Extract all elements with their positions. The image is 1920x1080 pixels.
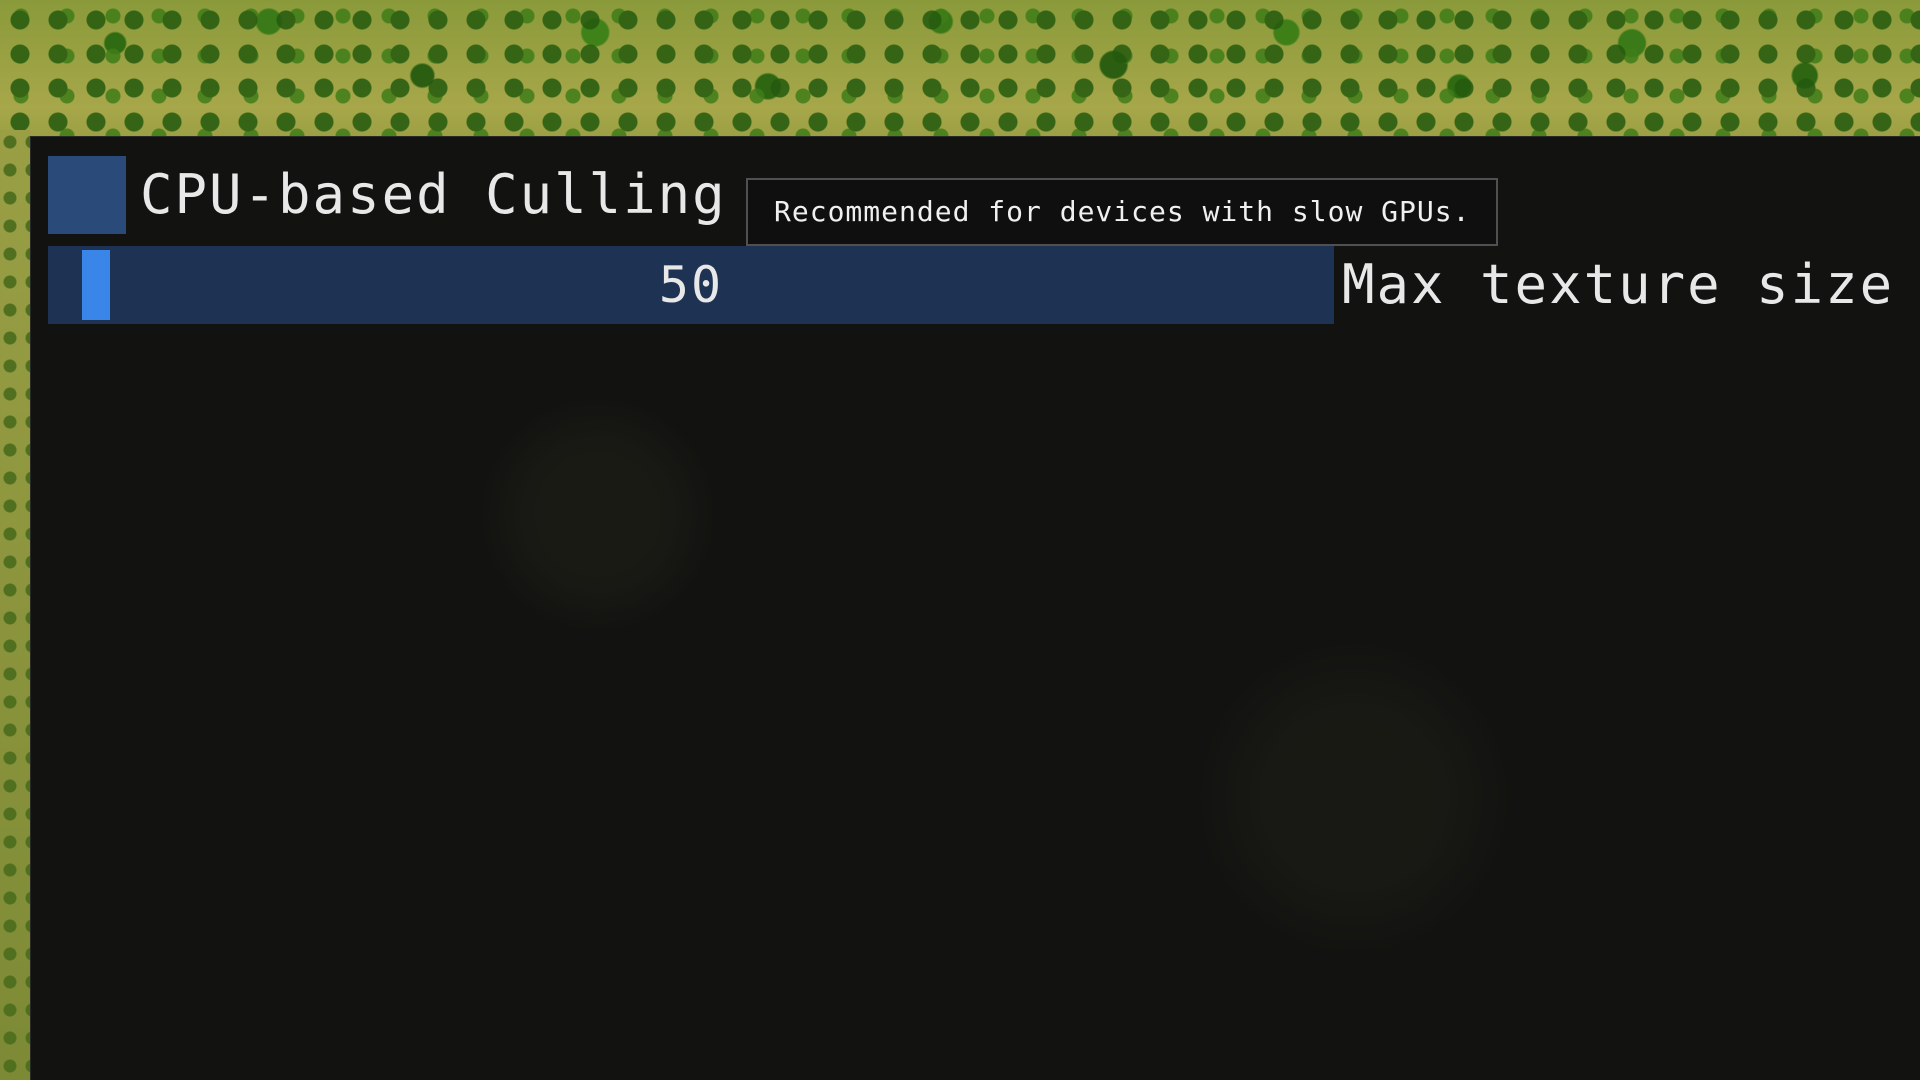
max-texture-size-slider[interactable]: 50 xyxy=(48,246,1334,324)
cpu-culling-tooltip: Recommended for devices with slow GPUs. xyxy=(746,178,1499,246)
cpu-culling-label: CPU-based Culling xyxy=(140,163,727,226)
slider-value: 50 xyxy=(658,256,724,314)
tree-canopy xyxy=(0,0,1920,138)
terrain-left-edge xyxy=(0,130,30,1080)
cpu-culling-checkbox[interactable] xyxy=(48,156,126,234)
game-scene: CPU-based Culling Recommended for device… xyxy=(0,0,1920,1080)
max-texture-size-label: Max texture size xyxy=(1342,253,1895,316)
cpu-culling-row: CPU-based Culling xyxy=(48,156,727,234)
